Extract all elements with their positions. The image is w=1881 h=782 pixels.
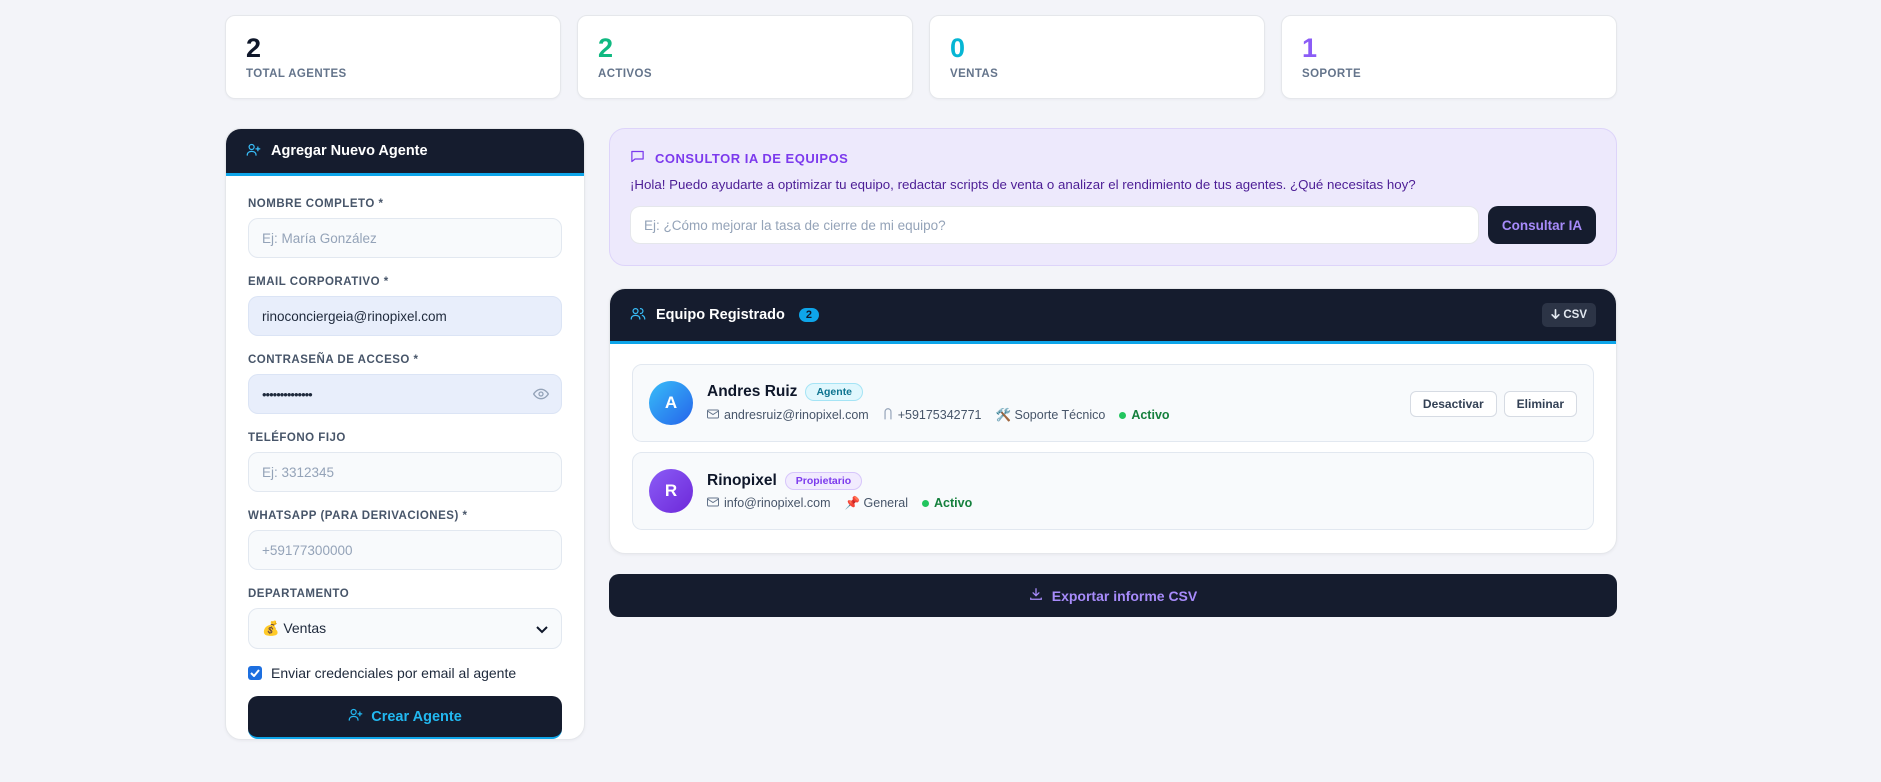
avatar: R bbox=[649, 469, 693, 513]
email-input[interactable]: rinoconciergeia@rinopixel.com bbox=[248, 296, 562, 336]
member-phone-text: +59175342771 bbox=[897, 408, 982, 422]
stat-card-sales: 0 VENTAS bbox=[929, 15, 1265, 99]
eye-icon[interactable] bbox=[532, 387, 550, 404]
export-label: Exportar informe CSV bbox=[1051, 587, 1198, 604]
phone-label: TELÉFONO FIJO bbox=[248, 432, 346, 444]
create-agent-button[interactable]: Crear Agente bbox=[248, 696, 562, 739]
stats-row: 2 TOTAL AGENTES 2 ACTIVOS 0 VENTAS 1 SOP… bbox=[225, 15, 1617, 99]
consult-ai-button[interactable]: Consultar IA bbox=[1488, 206, 1596, 244]
status-text: Activo bbox=[934, 496, 973, 510]
ai-title-row: CONSULTOR IA DE EQUIPOS bbox=[630, 149, 1596, 167]
stat-value: 2 bbox=[246, 33, 262, 63]
member-email-text: info@rinopixel.com bbox=[724, 496, 831, 510]
name-label: NOMBRE COMPLETO * bbox=[248, 198, 384, 210]
status-dot-icon bbox=[922, 499, 929, 507]
role-badge: Agente bbox=[805, 383, 864, 401]
stat-label: ACTIVOS bbox=[598, 67, 652, 80]
email-label: EMAIL CORPORATIVO * bbox=[248, 276, 389, 288]
list-item: A Andres Ruiz Agente andresruiz@rinopixe… bbox=[632, 364, 1594, 442]
arrow-down-icon bbox=[1551, 308, 1561, 322]
stat-card-support: 1 SOPORTE bbox=[1281, 15, 1617, 99]
delete-button[interactable]: Eliminar bbox=[1503, 391, 1577, 417]
phone-input[interactable]: Ej: 3312345 bbox=[248, 452, 562, 492]
team-header: Equipo Registrado 2 CSV bbox=[610, 289, 1616, 344]
list-item: R Rinopixel Propietario info@rinopixel.c… bbox=[632, 452, 1594, 530]
member-department: 🛠️ Soporte Técnico bbox=[995, 407, 1106, 422]
member-phone: +59175342771 bbox=[883, 407, 982, 423]
stat-label: SOPORTE bbox=[1302, 67, 1362, 80]
send-credentials-label: Enviar credenciales por email al agente bbox=[271, 665, 517, 681]
team-panel: Equipo Registrado 2 CSV A Andres Ruiz Ag… bbox=[609, 288, 1617, 554]
avatar: A bbox=[649, 381, 693, 425]
member-status: Activo bbox=[1119, 408, 1170, 422]
chevron-down-icon bbox=[536, 621, 548, 637]
mail-icon bbox=[707, 408, 719, 422]
department-select[interactable]: 💰 Ventas bbox=[248, 608, 562, 649]
member-email-text: andresruiz@rinopixel.com bbox=[724, 408, 869, 422]
form-header: Agregar Nuevo Agente bbox=[226, 129, 584, 176]
send-credentials-row: Enviar credenciales por email al agente bbox=[248, 665, 562, 681]
password-value: •••••••••••••• bbox=[262, 386, 313, 402]
stat-label: VENTAS bbox=[950, 67, 999, 80]
member-email: info@rinopixel.com bbox=[707, 496, 830, 510]
user-plus-icon bbox=[348, 707, 363, 726]
whatsapp-label: WHATSAPP (PARA DERIVACIONES) * bbox=[248, 510, 468, 522]
password-label: CONTRASEÑA DE ACCESO * bbox=[248, 354, 419, 366]
status-dot-icon bbox=[1119, 411, 1127, 419]
deactivate-button[interactable]: Desactivar bbox=[1409, 391, 1497, 417]
team-count-badge: 2 bbox=[798, 308, 820, 322]
form-title: Agregar Nuevo Agente bbox=[271, 143, 428, 159]
stat-value: 0 bbox=[950, 33, 966, 63]
users-icon bbox=[630, 306, 646, 325]
department-value: 💰 Ventas bbox=[262, 620, 327, 636]
team-list: A Andres Ruiz Agente andresruiz@rinopixe… bbox=[610, 344, 1616, 530]
create-agent-label: Crear Agente bbox=[371, 708, 462, 725]
stat-label: TOTAL AGENTES bbox=[246, 67, 347, 80]
add-agent-form: Agregar Nuevo Agente NOMBRE COMPLETO * E… bbox=[225, 128, 585, 740]
stat-value: 1 bbox=[1302, 33, 1318, 63]
member-name: Rinopixel bbox=[707, 471, 777, 489]
team-title: Equipo Registrado bbox=[656, 307, 785, 323]
stat-card-total-agents: 2 TOTAL AGENTES bbox=[225, 15, 561, 99]
mail-icon bbox=[707, 496, 719, 510]
member-status: Activo bbox=[922, 496, 972, 510]
ai-consultant-panel: CONSULTOR IA DE EQUIPOS ¡Hola! Puedo ayu… bbox=[609, 128, 1617, 266]
export-report-button[interactable]: Exportar informe CSV bbox=[609, 574, 1617, 617]
send-credentials-checkbox[interactable] bbox=[248, 666, 262, 680]
role-badge: Propietario bbox=[784, 471, 863, 490]
user-plus-icon bbox=[246, 142, 261, 161]
department-label: DEPARTAMENTO bbox=[248, 588, 350, 600]
chat-icon bbox=[630, 149, 645, 167]
ai-message: ¡Hola! Puedo ayudarte a optimizar tu equ… bbox=[630, 177, 1416, 192]
phone-icon bbox=[883, 407, 893, 423]
stat-card-active: 2 ACTIVOS bbox=[577, 15, 913, 99]
csv-download-button[interactable]: CSV bbox=[1542, 303, 1596, 327]
csv-label: CSV bbox=[1563, 309, 1587, 321]
download-icon bbox=[1029, 587, 1043, 604]
password-input[interactable]: •••••••••••••• bbox=[248, 374, 562, 414]
status-text: Activo bbox=[1131, 408, 1170, 422]
ai-title: CONSULTOR IA DE EQUIPOS bbox=[655, 150, 849, 166]
stat-value: 2 bbox=[598, 33, 614, 63]
whatsapp-input[interactable]: +59177300000 bbox=[248, 530, 562, 570]
name-input[interactable]: Ej: María González bbox=[248, 218, 562, 258]
member-department: 📌 General bbox=[844, 495, 908, 510]
ai-query-input[interactable]: Ej: ¿Cómo mejorar la tasa de cierre de m… bbox=[630, 206, 1479, 244]
member-email: andresruiz@rinopixel.com bbox=[707, 408, 869, 422]
member-name: Andres Ruiz bbox=[707, 383, 798, 400]
